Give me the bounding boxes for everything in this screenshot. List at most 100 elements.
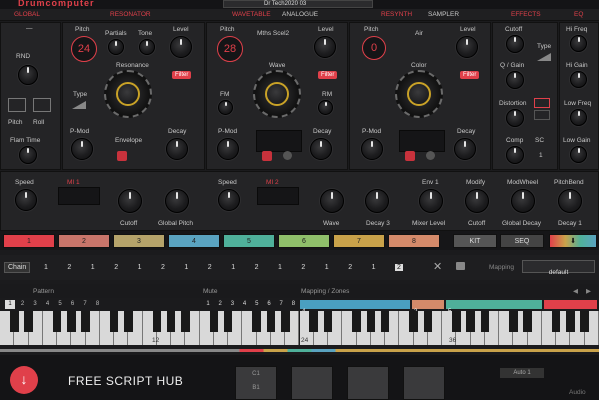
fx-sc-value[interactable]: 1 (539, 152, 543, 159)
mute-step-button[interactable]: 8 (288, 300, 298, 309)
chain-step[interactable]: 2 (301, 264, 305, 271)
fx-cutoff-knob[interactable] (506, 35, 524, 53)
osc1-pitch-display[interactable]: 24 (71, 36, 97, 62)
distortion-curve-icon[interactable] (534, 98, 550, 108)
osc2-pitch-display[interactable]: 28 (217, 36, 243, 62)
osc3-level-knob[interactable] (456, 36, 478, 58)
pad-3[interactable]: 3 (113, 234, 165, 248)
lfo1-speed-knob[interactable] (15, 189, 37, 211)
osc1-resonance-knob[interactable] (104, 70, 152, 118)
step-button[interactable]: 1 (5, 300, 15, 309)
osc1-filter-button[interactable]: Filter (172, 71, 192, 79)
black-key[interactable] (480, 311, 490, 332)
black-key[interactable] (280, 311, 290, 332)
menu-eq[interactable]: EQ (574, 11, 583, 18)
black-key[interactable] (366, 311, 376, 332)
roll-fader[interactable] (33, 98, 51, 112)
black-key[interactable] (523, 311, 532, 332)
step-button[interactable]: 2 (18, 300, 28, 309)
fx-qgain-knob[interactable] (506, 71, 524, 89)
distortion-curve2-icon[interactable] (534, 110, 550, 120)
kit-button[interactable]: KIT (453, 234, 497, 248)
step-button[interactable]: 4 (43, 300, 53, 309)
eq-low-gain-knob[interactable] (570, 146, 587, 163)
seq-button[interactable]: SEQ (500, 234, 544, 248)
osc1-decay-knob[interactable] (166, 138, 188, 160)
bottom-slot-2[interactable] (291, 366, 333, 400)
download-button[interactable]: ⬇ (549, 234, 597, 248)
osc1-partials-knob[interactable] (108, 39, 124, 55)
osc3-pitch-display[interactable]: 0 (362, 36, 386, 60)
pad-8[interactable]: 8 (388, 234, 440, 248)
black-key[interactable] (423, 311, 433, 332)
black-key[interactable] (566, 311, 575, 332)
lfo1-global-pitch-knob[interactable] (165, 189, 189, 213)
osc2-fm-knob[interactable] (218, 100, 233, 115)
menu-effects[interactable]: EFFECTS (511, 11, 541, 18)
black-key[interactable] (409, 311, 418, 332)
chain-step[interactable]: 2 (161, 264, 165, 271)
menu-resynth[interactable]: RESYNTH (381, 11, 412, 18)
modwheel-knob[interactable] (511, 189, 535, 213)
mapping-dropdown[interactable]: default (522, 260, 595, 276)
mute-step-button[interactable]: 4 (240, 300, 250, 309)
pad-6[interactable]: 6 (278, 234, 330, 248)
bottom-slot-3[interactable] (347, 366, 389, 400)
next-icon[interactable]: ▶ (586, 287, 591, 295)
osc2-decay-knob[interactable] (310, 138, 332, 160)
step-button[interactable]: 7 (80, 300, 90, 309)
osc3-decay-knob[interactable] (454, 138, 476, 160)
lfo2-speed-knob[interactable] (218, 189, 240, 211)
step-button[interactable]: 6 (68, 300, 78, 309)
black-key[interactable] (81, 311, 90, 332)
black-key[interactable] (181, 311, 190, 332)
env1-knob[interactable] (419, 189, 443, 213)
mute-step-button[interactable]: 5 (252, 300, 262, 309)
black-key[interactable] (223, 311, 233, 332)
pad-7[interactable]: 7 (333, 234, 385, 248)
osc2-rm-knob[interactable] (318, 100, 333, 115)
pad-4[interactable]: 4 (168, 234, 220, 248)
menu-wavetable[interactable]: WAVETABLE (232, 11, 271, 18)
osc2-wave-knob[interactable] (253, 70, 301, 118)
mute-step-button[interactable]: 3 (227, 300, 237, 309)
osc1-tone-knob[interactable] (139, 39, 155, 55)
pad-2[interactable]: 2 (58, 234, 110, 248)
menu-global[interactable]: GLOBAL (14, 11, 40, 18)
chain-label[interactable]: Chain (4, 262, 31, 273)
pitchbend-knob[interactable] (558, 189, 582, 213)
zone-2[interactable]: 2 (412, 300, 444, 315)
mute-step-button[interactable]: 7 (276, 300, 286, 309)
eq-low-freq-knob[interactable] (570, 109, 587, 126)
black-key[interactable] (266, 311, 276, 332)
osc3-filter-button[interactable]: Filter (460, 71, 480, 79)
menu-resonator[interactable]: RESONATOR (110, 11, 151, 18)
zone-4[interactable]: 4 (300, 300, 410, 315)
osc2-mod-button[interactable] (262, 151, 272, 161)
osc3-pmod-knob[interactable] (361, 138, 383, 160)
rnd-knob[interactable] (18, 65, 38, 85)
black-key[interactable] (551, 311, 561, 332)
preset-selector[interactable]: Dr Tech2020 03 (223, 0, 373, 8)
mute-step-button[interactable]: 6 (264, 300, 274, 309)
black-key[interactable] (452, 311, 461, 332)
osc2-level-knob[interactable] (314, 36, 336, 58)
osc2-clear-button[interactable] (283, 151, 292, 160)
black-key[interactable] (24, 311, 33, 332)
bottom-slot-4[interactable] (403, 366, 445, 400)
chain-step[interactable]: 2 (208, 264, 212, 271)
auto-tab[interactable]: Auto 1 (500, 368, 544, 378)
eq-hi-gain-knob[interactable] (570, 71, 587, 88)
black-key[interactable] (9, 311, 19, 332)
step-button[interactable]: 8 (93, 300, 103, 309)
chain-step[interactable]: 2 (255, 264, 259, 271)
black-key[interactable] (166, 311, 176, 332)
prev-icon[interactable]: ◀ (573, 287, 578, 295)
black-key[interactable] (252, 311, 261, 332)
black-key[interactable] (580, 311, 589, 332)
zone-1[interactable] (544, 300, 597, 309)
black-key[interactable] (152, 311, 162, 332)
bottom-slot-1[interactable]: C1 B1 (235, 366, 277, 400)
chain-step[interactable]: 1 (372, 264, 376, 271)
fx-comp-knob[interactable] (506, 146, 524, 164)
